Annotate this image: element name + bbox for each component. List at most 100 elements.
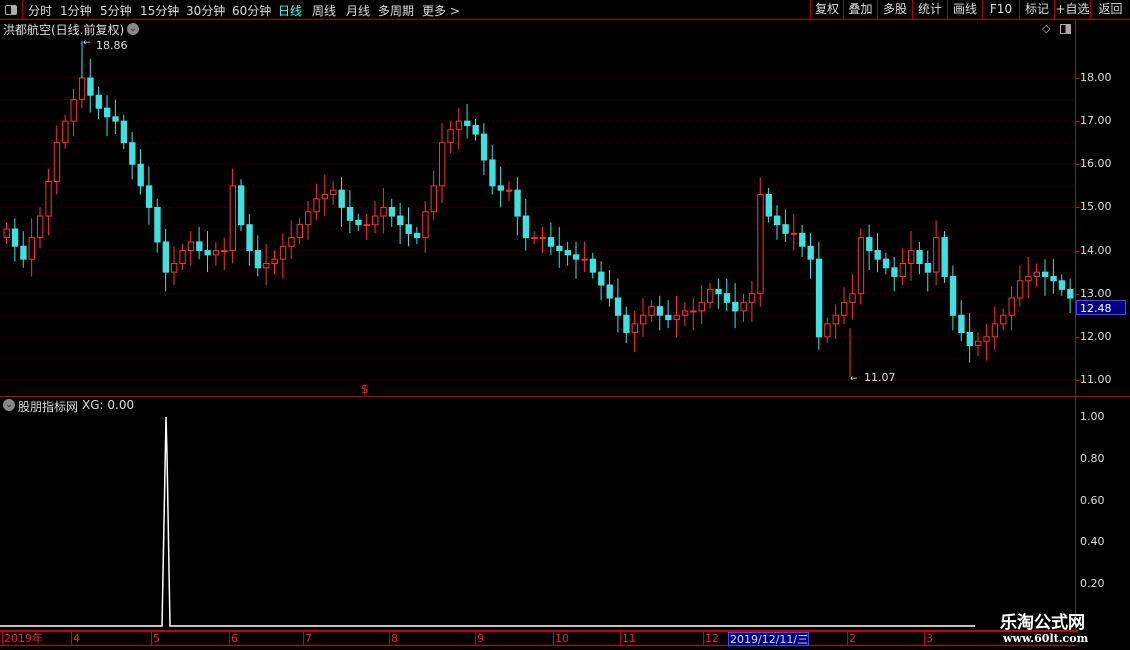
candle	[966, 313, 973, 363]
candle-body	[95, 94, 102, 109]
candle-body	[338, 189, 345, 208]
candle	[824, 317, 831, 344]
xg-line	[0, 416, 975, 627]
candle	[665, 300, 672, 329]
candle	[171, 246, 178, 286]
tab-period-1[interactable]: 1分钟	[60, 2, 92, 19]
tab-period-3[interactable]: 15分钟	[140, 2, 179, 19]
candle	[145, 166, 153, 225]
candlestick-chart[interactable]: ←←	[0, 20, 1075, 396]
candle-body	[196, 241, 203, 252]
candle	[782, 209, 789, 242]
tab-period-9[interactable]: 多周期	[378, 2, 414, 19]
candle	[723, 278, 731, 311]
date-label: 5	[151, 632, 160, 646]
candle	[363, 213, 370, 240]
candle-body	[305, 211, 312, 226]
indicator-axis-label: 0.80	[1080, 451, 1105, 465]
candle	[405, 207, 412, 247]
candle	[154, 198, 161, 253]
candle	[37, 207, 44, 249]
candle-body	[866, 237, 873, 252]
candle	[506, 181, 513, 201]
candle	[916, 241, 923, 275]
candle	[296, 218, 303, 245]
candle	[321, 175, 329, 217]
candle	[799, 224, 806, 258]
date-label: 7	[303, 632, 312, 646]
candle-body	[279, 245, 287, 260]
date-label: 2019年	[2, 632, 43, 646]
tab-period-7[interactable]: 周线	[312, 2, 336, 19]
price-axis-label: 15.00	[1080, 200, 1112, 214]
candle-body	[321, 193, 329, 200]
toolbar-button-8[interactable]: 返回	[1090, 0, 1130, 20]
candle-body	[916, 250, 923, 265]
candle	[70, 88, 77, 137]
candle	[447, 121, 454, 154]
candle	[472, 118, 479, 141]
candle	[832, 304, 839, 339]
candle	[715, 278, 722, 309]
current-price-tag: 12.48	[1076, 300, 1126, 315]
candle-body	[45, 181, 52, 217]
candle	[464, 103, 471, 139]
tab-period-6[interactable]: 日线	[278, 2, 302, 19]
tab-period-4[interactable]: 30分钟	[186, 2, 225, 19]
candle-body	[882, 258, 890, 269]
price-axis-label: 11.00	[1080, 372, 1112, 386]
toolbar-button-6[interactable]: 标记	[1019, 0, 1054, 20]
candle	[1058, 274, 1066, 296]
toolbar-button-7[interactable]: +自选	[1054, 0, 1090, 20]
candle-body	[497, 185, 504, 191]
toolbar-button-3[interactable]: 统计	[912, 0, 947, 20]
tab-period-5[interactable]: 60分钟	[232, 2, 271, 19]
candle-body	[104, 107, 111, 118]
candle-body	[1033, 271, 1040, 277]
price-axis-label: 13.00	[1080, 286, 1112, 300]
toolbar-button-0[interactable]: 复权	[810, 0, 843, 20]
candle-body	[514, 189, 521, 217]
tab-period-0[interactable]: 分时	[28, 2, 52, 19]
candle	[732, 282, 739, 329]
price-axis-label: 14.00	[1080, 243, 1112, 257]
candle	[137, 149, 144, 195]
toolbar-button-4[interactable]: 画线	[947, 0, 982, 20]
candle-body	[120, 120, 128, 144]
candle-body	[1000, 314, 1007, 325]
watermark-name: 乐淘公式网	[1000, 613, 1085, 633]
candle-body	[556, 245, 563, 252]
toolbar-button-2[interactable]: 多股	[877, 0, 912, 20]
candle-body	[380, 206, 387, 217]
indicator-axis-label: 0.20	[1080, 577, 1105, 591]
candle-body	[531, 237, 538, 240]
candle-body	[145, 185, 153, 208]
candle	[581, 241, 588, 273]
candle	[439, 123, 446, 204]
event-marker[interactable]: $	[361, 382, 369, 396]
toolbar-button-1[interactable]: 叠加	[843, 0, 877, 20]
candle-body	[665, 314, 672, 321]
candle	[849, 274, 856, 320]
tab-period-10[interactable]: 更多 >	[422, 2, 460, 19]
candle-body	[346, 206, 354, 221]
date-label: 12	[703, 632, 719, 646]
candle-body	[991, 323, 999, 338]
candle	[480, 123, 488, 176]
candle	[707, 282, 714, 309]
tab-period-8[interactable]: 月线	[346, 2, 370, 19]
toolbar-button-5[interactable]: F10	[982, 0, 1019, 20]
candle-body	[372, 215, 379, 226]
tab-period-2[interactable]: 5分钟	[100, 2, 132, 19]
low-label: 11.07	[864, 371, 896, 384]
candle	[380, 188, 387, 234]
candle	[556, 226, 563, 268]
candle	[690, 298, 697, 331]
candle	[757, 177, 764, 307]
candle	[20, 231, 27, 268]
date-axis	[0, 630, 1078, 646]
candle	[740, 293, 747, 322]
candle-body	[53, 142, 61, 183]
layout-toggle-icon[interactable]	[0, 0, 23, 20]
candle-body	[1058, 280, 1066, 290]
